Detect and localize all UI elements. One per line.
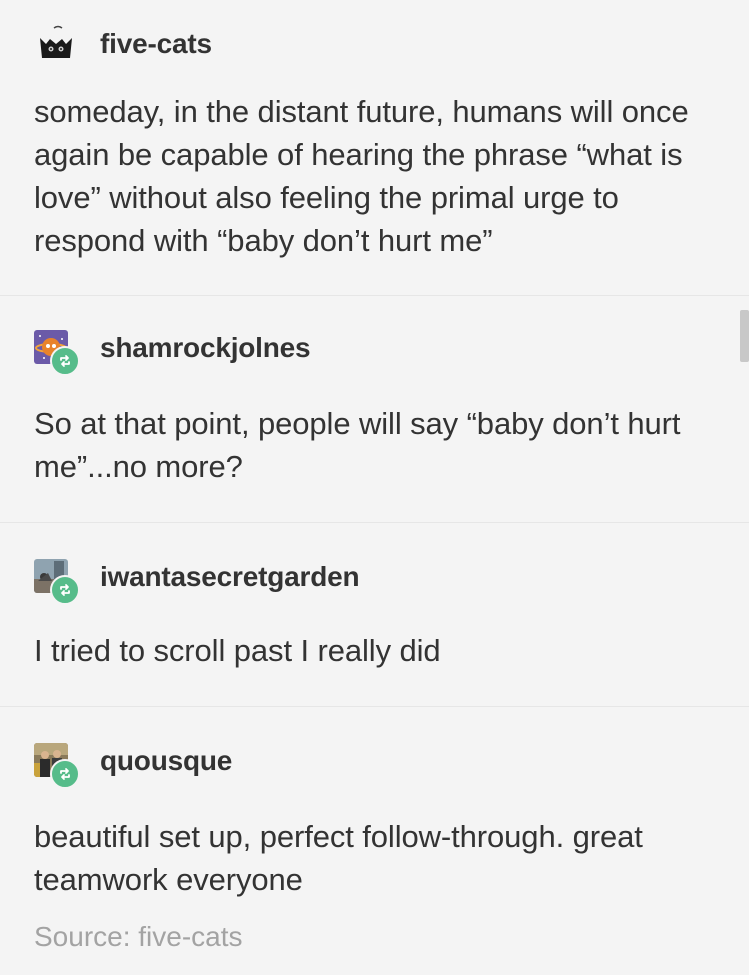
post-header: iwantasecretgarden bbox=[34, 559, 715, 605]
reblog-icon bbox=[50, 575, 80, 605]
avatar-shamrockjolnes[interactable] bbox=[34, 330, 80, 376]
avatar-iwantasecretgarden[interactable] bbox=[34, 559, 80, 605]
scrollbar-thumb[interactable] bbox=[740, 310, 749, 362]
post-username[interactable]: iwantasecretgarden bbox=[100, 561, 360, 593]
post-username[interactable]: five-cats bbox=[100, 28, 212, 60]
post-header: five-cats bbox=[34, 24, 715, 70]
post-text: So at that point, people will say “baby … bbox=[34, 406, 681, 484]
post-text: someday, in the distant future, humans w… bbox=[34, 94, 689, 258]
reblog-icon bbox=[50, 759, 80, 789]
post-five-cats: five-cats someday, in the distant future… bbox=[0, 0, 749, 296]
source-link[interactable]: Source: five-cats bbox=[34, 921, 715, 953]
post-shamrockjolnes: shamrockjolnes So at that point, people … bbox=[0, 296, 749, 523]
black-cat-avatar-icon bbox=[34, 24, 78, 68]
post-text: I tried to scroll past I really did bbox=[34, 633, 441, 668]
post-username[interactable]: quousque bbox=[100, 745, 232, 777]
avatar-five-cats[interactable] bbox=[34, 24, 78, 68]
post-iwantasecretgarden: iwantasecretgarden I tried to scroll pas… bbox=[0, 523, 749, 707]
post-header: quousque bbox=[34, 743, 715, 789]
post-quousque: quousque beautiful set up, perfect follo… bbox=[0, 707, 749, 975]
avatar-quousque[interactable] bbox=[34, 743, 80, 789]
post-text: beautiful set up, perfect follow-through… bbox=[34, 819, 643, 897]
reblog-icon bbox=[50, 346, 80, 376]
post-header: shamrockjolnes bbox=[34, 330, 715, 376]
post-username[interactable]: shamrockjolnes bbox=[100, 332, 311, 364]
